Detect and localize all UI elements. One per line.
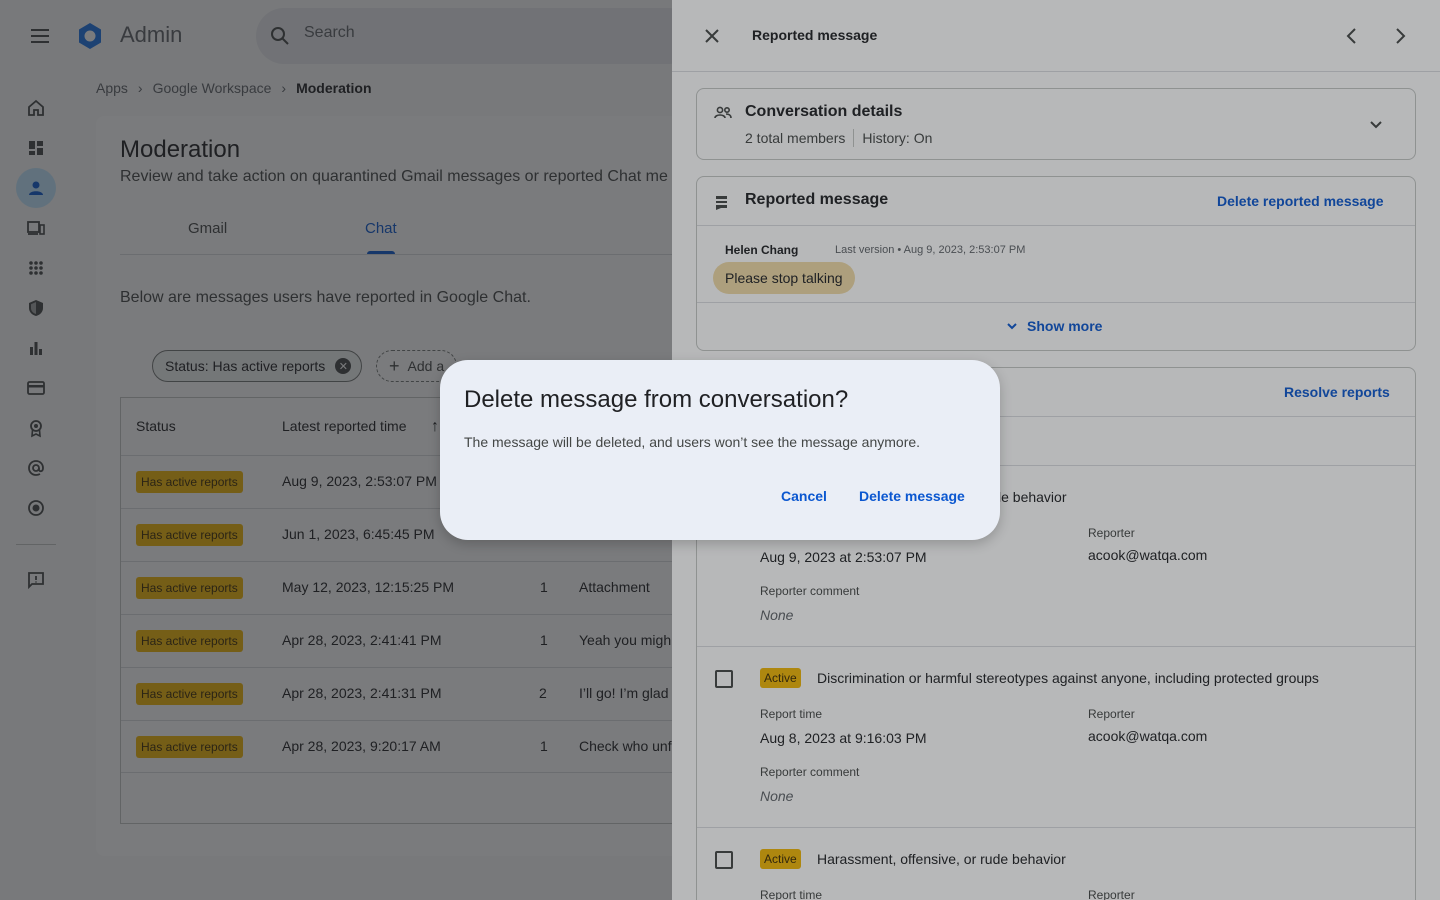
dialog-body: The message will be deleted, and users w… — [464, 434, 921, 450]
dialog-title: Delete message from conversation? — [464, 386, 849, 413]
delete-message-button[interactable]: Delete message — [859, 486, 965, 506]
cancel-button[interactable]: Cancel — [781, 486, 827, 506]
delete-message-dialog: Delete message from conversation? The me… — [440, 360, 1000, 540]
